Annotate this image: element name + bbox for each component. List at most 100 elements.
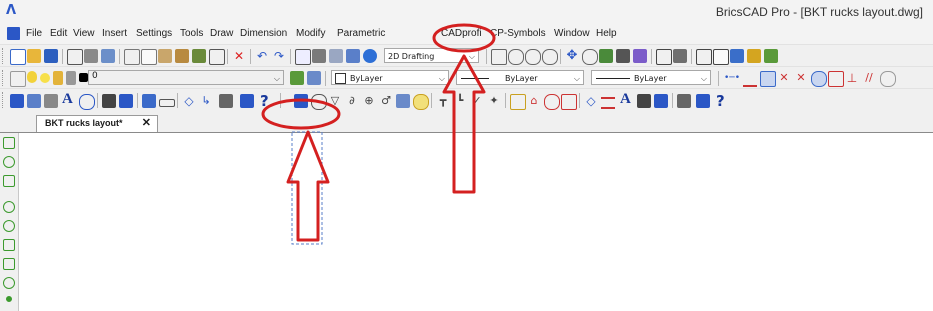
arc-icon[interactable]	[3, 156, 15, 168]
cp-symbols-panel-icon[interactable]	[561, 94, 577, 110]
document-menu-icon[interactable]	[7, 27, 20, 40]
open-icon[interactable]	[27, 49, 41, 63]
menu-insert[interactable]: Insert	[102, 28, 127, 39]
layer-color-icon[interactable]	[79, 73, 88, 82]
view-icon[interactable]	[582, 49, 598, 65]
cp-symbols-fitting-icon[interactable]: ⊕	[362, 94, 376, 108]
polygon-icon[interactable]	[3, 239, 15, 251]
close-icon[interactable]: ✕	[142, 116, 151, 131]
make-object-layer-current-icon[interactable]	[290, 71, 304, 85]
ucs-icon[interactable]	[599, 49, 613, 63]
menu-modify[interactable]: Modify	[296, 28, 325, 39]
visual-style-icon[interactable]	[673, 49, 687, 63]
format-icon[interactable]	[209, 49, 225, 65]
cp-symbols-help-icon[interactable]: ?	[716, 92, 725, 110]
print-icon[interactable]	[84, 49, 98, 63]
undo-icon[interactable]: ↶	[255, 49, 269, 63]
toolbar-grip[interactable]	[2, 48, 6, 64]
structure-icon[interactable]	[764, 49, 778, 63]
zoom-extents-icon[interactable]	[542, 49, 558, 65]
match-properties-icon[interactable]	[175, 49, 189, 63]
menu-cadprofi[interactable]: CADprofi	[441, 28, 482, 39]
tool-palette-icon[interactable]	[730, 49, 744, 63]
menu-window[interactable]: Window	[554, 28, 590, 39]
cp-symbols-check-icon[interactable]: ✓	[470, 94, 484, 108]
print-setup-icon[interactable]	[101, 49, 115, 63]
cp-symbols-cross-icon[interactable]: ✦	[487, 94, 501, 108]
viewport-icon[interactable]	[696, 49, 712, 65]
osnap-midpoint-icon[interactable]	[743, 71, 757, 87]
cadprofi-numbering-icon[interactable]	[79, 94, 95, 110]
3d-view-icon[interactable]	[656, 49, 672, 65]
cp-symbols-valve-icon[interactable]: ▽	[328, 94, 342, 108]
cp-symbols-architecture-icon[interactable]: ⌂	[527, 94, 541, 108]
layer-previous-icon[interactable]	[307, 71, 321, 85]
cadprofi-settings-icon[interactable]	[219, 94, 233, 108]
color-select[interactable]: ByLayer ⌵	[331, 70, 449, 85]
toolbar-grip[interactable]	[2, 92, 6, 108]
rectangle-icon[interactable]	[3, 175, 15, 187]
cadprofi-layers-icon[interactable]	[44, 94, 58, 108]
toolbar-grip[interactable]	[2, 70, 6, 86]
draw-order-icon[interactable]	[312, 49, 326, 63]
redo-icon[interactable]: ↷	[272, 49, 286, 63]
render-icon[interactable]	[633, 49, 647, 63]
delete-icon[interactable]: ✕	[232, 49, 246, 63]
cadprofi-text-icon[interactable]: A	[62, 91, 73, 108]
menu-cp-symbols[interactable]: CP-Symbols	[490, 28, 546, 39]
cadprofi-editor-icon[interactable]	[142, 94, 156, 108]
pan-icon[interactable]: ✥	[565, 49, 579, 63]
osnap-endpoint-icon[interactable]: •─•	[724, 71, 740, 85]
cut-icon[interactable]	[124, 49, 140, 65]
layer-plot-icon[interactable]	[66, 71, 76, 85]
properties-icon[interactable]	[295, 49, 311, 65]
cp-symbols-info-icon[interactable]	[696, 94, 710, 108]
lineweight-select[interactable]: ByLayer ⌵	[591, 70, 711, 85]
tab-bkt-rucks-layout[interactable]: BKT rucks layout* ✕	[36, 115, 158, 132]
linetype-select[interactable]: ByLayer ⌵	[456, 70, 584, 85]
new-icon[interactable]	[10, 49, 26, 65]
zoom-in-icon[interactable]	[508, 49, 524, 65]
cp-symbols-tee-icon[interactable]: ┳	[436, 94, 450, 108]
layer-on-icon[interactable]	[27, 71, 37, 83]
cp-symbols-main-icon[interactable]	[294, 94, 308, 108]
cadprofi-table-icon[interactable]	[102, 94, 116, 108]
zoom-out-icon[interactable]	[525, 49, 541, 65]
polyline-icon[interactable]	[3, 258, 15, 270]
menu-edit[interactable]: Edit	[50, 28, 67, 39]
point-icon[interactable]	[6, 296, 12, 302]
cp-symbols-specification-icon[interactable]	[654, 94, 668, 108]
cp-symbols-frame-icon[interactable]	[510, 94, 526, 110]
explorer-icon[interactable]	[346, 49, 360, 63]
cadprofi-main-icon[interactable]	[10, 94, 24, 108]
plot-preview-icon[interactable]	[67, 49, 83, 65]
cp-symbols-settings-icon[interactable]	[677, 94, 691, 108]
info-icon[interactable]	[363, 49, 377, 63]
menu-dimension[interactable]: Dimension	[240, 28, 287, 39]
sheet-icon[interactable]	[713, 49, 729, 65]
layers-icon[interactable]	[329, 49, 343, 63]
cadprofi-block-icon[interactable]	[159, 99, 175, 107]
layer-thaw-icon[interactable]	[40, 73, 50, 83]
osnap-tangent-icon[interactable]	[880, 71, 896, 87]
copy-icon[interactable]	[141, 49, 157, 65]
save-icon[interactable]	[44, 49, 58, 63]
zoom-window-icon[interactable]	[491, 49, 507, 65]
paste-icon[interactable]	[158, 49, 172, 63]
menu-view[interactable]: View	[73, 28, 95, 39]
layer-lock-icon[interactable]	[53, 71, 63, 85]
donut-icon[interactable]	[3, 220, 15, 232]
cp-symbols-text-icon[interactable]: A	[620, 91, 631, 108]
cp-symbols-lamp-icon[interactable]	[413, 94, 429, 110]
osnap-perpendicular-icon[interactable]: ⊥	[845, 71, 859, 85]
cadprofi-symbols-icon[interactable]	[27, 94, 41, 108]
menu-settings[interactable]: Settings	[136, 28, 172, 39]
cadprofi-diamond-icon[interactable]: ◇	[182, 94, 196, 108]
circle-icon[interactable]	[3, 201, 15, 213]
camera-icon[interactable]	[616, 49, 630, 63]
cp-symbols-diamond-icon[interactable]: ◇	[584, 94, 598, 108]
osnap-intersection-icon[interactable]: ✕	[777, 71, 791, 85]
cp-symbols-pipe-icon[interactable]: ♂	[379, 94, 393, 108]
osnap-parallel-icon[interactable]: //	[862, 71, 876, 85]
menu-tools[interactable]: Tools	[180, 28, 203, 39]
